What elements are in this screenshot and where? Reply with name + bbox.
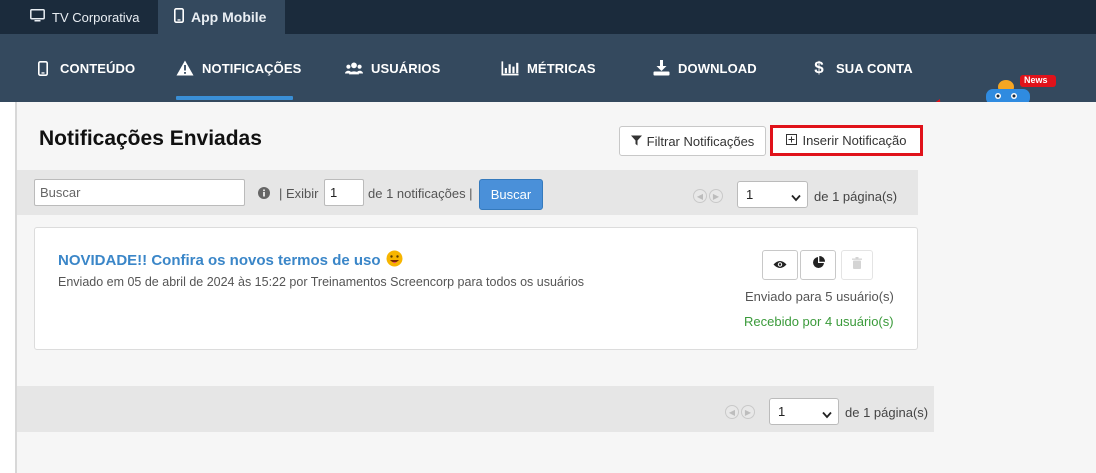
bar-chart-icon — [501, 60, 519, 76]
bottom-pager-arrows: ◀ ▶ — [725, 405, 755, 419]
search-input[interactable] — [34, 179, 245, 206]
prev-page-icon[interactable]: ◀ — [725, 405, 739, 419]
next-page-icon[interactable]: ▶ — [709, 189, 723, 203]
page-total: de 1 página(s) — [814, 189, 898, 204]
stats-button[interactable] — [800, 250, 836, 280]
filter-notifications-button[interactable]: Filtrar Notificações — [619, 126, 766, 156]
exibir-label: | Exibir — [279, 186, 319, 201]
next-page-icon[interactable]: ▶ — [741, 405, 755, 419]
page-select[interactable]: 1 — [737, 181, 808, 208]
active-tab-indicator — [176, 96, 293, 100]
eye-icon — [773, 256, 787, 274]
filter-label: Filtrar Notificações — [646, 133, 755, 149]
bottom-page-select[interactable]: 1 — [769, 398, 839, 425]
warning-icon — [176, 60, 194, 76]
main-nav: CONTEÚDO NOTIFICAÇÕES USUÁRIOS MÉTRICAS … — [0, 34, 1096, 102]
notification-meta: Enviado em 05 de abril de 2024 às 15:22 … — [58, 275, 585, 289]
insert-label: Inserir Notificação — [802, 133, 907, 148]
bottom-page-total: de 1 página(s) — [845, 405, 929, 420]
delete-button[interactable] — [841, 250, 873, 280]
tab-tv-corporativa[interactable]: TV Corporativa — [16, 0, 153, 34]
trash-icon — [852, 256, 862, 274]
pager-arrows: ◀ ▶ — [693, 189, 723, 203]
tab-label: TV Corporativa — [52, 9, 140, 25]
pie-chart-icon — [812, 256, 825, 274]
nav-item-metricas[interactable]: MÉTRICAS — [501, 34, 596, 102]
nav-item-conteudo[interactable]: CONTEÚDO — [34, 34, 135, 102]
dollar-icon: $ — [814, 58, 824, 77]
nav-label: NOTIFICAÇÕES — [202, 60, 302, 76]
nav-label: MÉTRICAS — [527, 60, 596, 76]
tab-app-mobile[interactable]: App Mobile — [158, 0, 285, 34]
prev-page-icon[interactable]: ◀ — [693, 189, 707, 203]
news-mascot-button[interactable]: News — [982, 72, 1058, 106]
received-count: Recebido por 4 usuário(s) — [744, 314, 894, 329]
chevron-down-icon — [791, 190, 801, 205]
view-button[interactable] — [762, 250, 798, 280]
notification-count: de 1 notificações | — [368, 186, 473, 201]
download-icon — [652, 60, 670, 76]
notification-title-text: NOVIDADE!! Confira os novos termos de us… — [58, 252, 381, 269]
nav-item-sua-conta[interactable]: $ SUA CONTA — [810, 34, 913, 102]
search-button[interactable]: Buscar — [479, 179, 543, 210]
exibir-input[interactable] — [324, 179, 364, 206]
page-select-value: 1 — [778, 404, 786, 419]
emoji-icon — [386, 250, 403, 271]
top-tab-bar: TV Corporativa App Mobile — [0, 0, 1096, 34]
filter-icon — [630, 134, 642, 149]
sent-count: Enviado para 5 usuário(s) — [745, 289, 894, 304]
smartphone-icon — [34, 60, 52, 76]
chevron-down-icon — [822, 407, 832, 422]
nav-item-usuarios[interactable]: USUÁRIOS — [345, 34, 440, 102]
nav-label: SUA CONTA — [836, 60, 913, 76]
info-icon[interactable] — [258, 186, 270, 204]
smartphone-icon — [174, 8, 184, 26]
tab-label: App Mobile — [191, 9, 267, 25]
news-badge: News — [1024, 75, 1048, 85]
nav-label: DOWNLOAD — [678, 60, 757, 76]
nav-item-notificacoes[interactable]: NOTIFICAÇÕES — [176, 34, 301, 102]
nav-label: USUÁRIOS — [371, 60, 441, 76]
users-icon — [345, 61, 363, 76]
nav-item-download[interactable]: DOWNLOAD — [652, 34, 757, 102]
page-title: Notificações Enviadas — [39, 127, 262, 150]
monitor-icon — [30, 9, 45, 25]
page-select-value: 1 — [746, 187, 754, 202]
plus-square-icon — [786, 133, 798, 148]
nav-label: CONTEÚDO — [60, 60, 136, 76]
insert-notification-button[interactable]: Inserir Notificação — [770, 125, 923, 156]
notification-title[interactable]: NOVIDADE!! Confira os novos termos de us… — [58, 250, 403, 271]
